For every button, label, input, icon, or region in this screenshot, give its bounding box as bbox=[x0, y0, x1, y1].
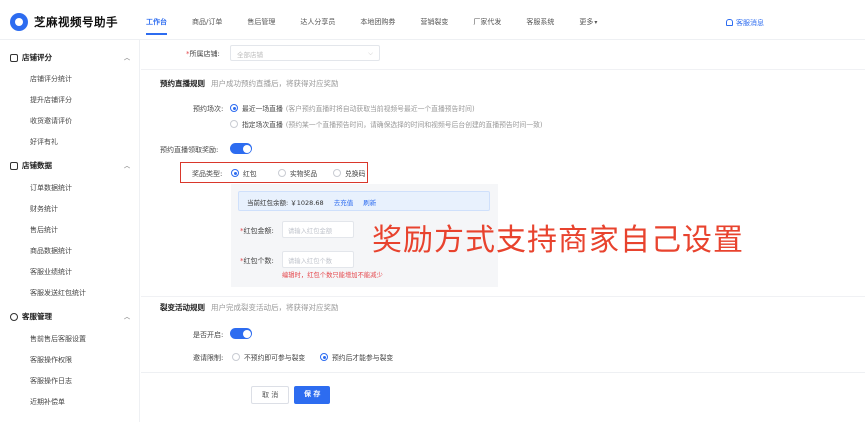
radio-checked-icon bbox=[230, 104, 238, 112]
nav-item-more[interactable]: 更多 bbox=[579, 17, 597, 35]
store-label: *所属店铺: bbox=[186, 50, 220, 58]
radio-specified-live[interactable]: 指定场次直播 (预约某一个直播预告时间，请确保选择的时间和视频号后台创建的直播预… bbox=[230, 119, 543, 129]
amount-input[interactable]: 请输入红包金额 bbox=[282, 221, 354, 238]
radio-label: 最近一场直播 bbox=[242, 105, 283, 113]
sidebar-group-shop-data[interactable]: 店铺数据 ︿ bbox=[10, 160, 130, 171]
top-nav: 工作台 商品/订单 售后管理 达人分享员 本地团购券 营销裂变 厂家代发 客服系… bbox=[146, 17, 622, 35]
radio-label: 实物奖品 bbox=[290, 170, 318, 178]
radio-latest-live[interactable]: 最近一场直播 (客户预约直播时将自动获取当前视频号最近一个直播预告时间) bbox=[230, 103, 475, 113]
sidebar-item-cs-redpacket-stats[interactable]: 客服发送红包统计 bbox=[30, 288, 86, 298]
fission-rule-hint: 用户完成裂变活动后，将获得对应奖励 bbox=[211, 303, 339, 312]
sidebar-item-invite-review[interactable]: 收货邀请评价 bbox=[30, 116, 72, 126]
radio-note: (预约某一个直播预告时间，请确保选择的时间和视频号后台创建的直播预告时间一致) bbox=[285, 121, 543, 129]
fission-rule-section-title: 裂变活动规则 用户完成裂变活动后，将获得对应奖励 bbox=[160, 303, 339, 312]
bell-icon bbox=[726, 19, 733, 26]
chevron-down-icon: ⌵ bbox=[368, 49, 373, 57]
refresh-link[interactable]: 刷新 bbox=[363, 199, 376, 207]
sidebar-item-cs-permissions[interactable]: 客服操作权限 bbox=[30, 355, 72, 365]
sidebar-group-shop-score[interactable]: 店铺评分 ︿ bbox=[10, 52, 130, 63]
reward-toggle-label: 预约直播领取奖励: bbox=[160, 146, 219, 154]
live-session-label: 预约场次: bbox=[193, 105, 224, 113]
nav-item-dropship[interactable]: 厂家代发 bbox=[473, 17, 501, 35]
store-select-value: 全部店铺 bbox=[237, 51, 263, 59]
amount-label: *红包金额: bbox=[240, 227, 274, 235]
customer-message-label: 客服消息 bbox=[736, 19, 764, 27]
radio-unchecked-icon bbox=[278, 169, 286, 177]
radio-unchecked-icon bbox=[333, 169, 341, 177]
radio-unchecked-icon bbox=[232, 353, 240, 361]
sidebar: 店铺评分 ︿ 店铺评分统计 提升店铺评分 收货邀请评价 好评有礼 店铺数据 ︿ … bbox=[0, 40, 140, 422]
divider bbox=[141, 69, 865, 70]
radio-checked-icon bbox=[231, 169, 239, 177]
radio-label: 不预约即可参与裂变 bbox=[244, 354, 306, 362]
invite-limit-label: 邀请限制: bbox=[193, 354, 224, 362]
radio-label: 兑换码 bbox=[345, 170, 366, 178]
top-header: 芝麻视频号助手 工作台 商品/订单 售后管理 达人分享员 本地团购券 营销裂变 … bbox=[0, 0, 865, 40]
form-footer: 取 消 保 存 bbox=[141, 372, 865, 422]
logo-icon bbox=[10, 13, 28, 31]
chart-icon bbox=[10, 161, 18, 170]
annotation-overlay-text: 奖励方式支持商家自己设置 bbox=[372, 223, 744, 258]
sidebar-item-order-stats[interactable]: 订单数据统计 bbox=[30, 183, 72, 193]
count-warning: 编辑时，红包个数只能增加不能减少 bbox=[282, 272, 383, 279]
fission-toggle-switch[interactable] bbox=[230, 328, 252, 339]
cancel-button[interactable]: 取 消 bbox=[251, 386, 290, 404]
sidebar-item-cs-performance[interactable]: 客服业绩统计 bbox=[30, 267, 72, 277]
nav-item-sharers[interactable]: 达人分享员 bbox=[300, 17, 335, 35]
sidebar-item-improve-score[interactable]: 提升店铺评分 bbox=[30, 95, 72, 105]
radio-redeem-code[interactable]: 兑换码 bbox=[333, 168, 365, 178]
nav-item-workbench[interactable]: 工作台 bbox=[146, 17, 167, 35]
sidebar-item-shop-score-stats[interactable]: 店铺评分统计 bbox=[30, 74, 72, 84]
balance-text: 当前红包余额: ￥1028.68 bbox=[247, 199, 324, 207]
sidebar-group-cs-management[interactable]: 客服管理 ︿ bbox=[10, 311, 130, 322]
nav-item-after-sales[interactable]: 售后管理 bbox=[247, 17, 275, 35]
sidebar-item-cs-logs[interactable]: 客服操作日志 bbox=[30, 376, 72, 386]
nav-item-marketing[interactable]: 营销裂变 bbox=[420, 17, 448, 35]
radio-checked-icon bbox=[320, 353, 328, 361]
radio-redpacket[interactable]: 红包 bbox=[231, 168, 257, 178]
radio-unchecked-icon bbox=[230, 120, 238, 128]
radio-label: 指定场次直播 bbox=[242, 121, 283, 129]
sidebar-item-cs-settings[interactable]: 售前售后客服设置 bbox=[30, 334, 86, 344]
balance-bar: 当前红包余额: ￥1028.68 去充值 刷新 bbox=[238, 191, 490, 211]
customer-message-link[interactable]: 客服消息 bbox=[726, 18, 764, 28]
shop-icon bbox=[10, 53, 18, 62]
count-input[interactable]: 请输入红包个数 bbox=[282, 251, 354, 268]
radio-physical-prize[interactable]: 实物奖品 bbox=[278, 168, 317, 178]
radio-no-reservation[interactable]: 不预约即可参与裂变 bbox=[232, 352, 305, 362]
sidebar-group-title: 客服管理 bbox=[22, 312, 52, 321]
save-button[interactable]: 保 存 bbox=[294, 386, 331, 404]
nav-item-goods-orders[interactable]: 商品/订单 bbox=[192, 17, 222, 35]
sidebar-group-title: 店铺数据 bbox=[22, 161, 52, 170]
nav-item-local-coupons[interactable]: 本地团购券 bbox=[360, 17, 395, 35]
chevron-up-icon: ︿ bbox=[123, 314, 130, 321]
radio-note: (客户预约直播时将自动获取当前视频号最近一个直播预告时间) bbox=[285, 105, 475, 113]
sidebar-group-title: 店铺评分 bbox=[22, 53, 52, 62]
sidebar-item-compensation[interactable]: 近期补偿单 bbox=[30, 397, 65, 407]
count-label: *红包个数: bbox=[240, 257, 274, 265]
reward-type-label: 奖品类型: bbox=[192, 170, 223, 178]
live-rule-hint: 用户成功预约直播后，将获得对应奖励 bbox=[211, 79, 339, 88]
headset-icon bbox=[10, 312, 18, 321]
reward-toggle-switch[interactable] bbox=[230, 143, 252, 154]
sidebar-item-review-gift[interactable]: 好评有礼 bbox=[30, 137, 58, 147]
divider bbox=[141, 296, 865, 297]
radio-label: 红包 bbox=[243, 170, 257, 178]
sidebar-item-finance-stats[interactable]: 财务统计 bbox=[30, 204, 58, 214]
recharge-link[interactable]: 去充值 bbox=[334, 199, 354, 207]
app-title: 芝麻视频号助手 bbox=[34, 15, 118, 29]
chevron-up-icon: ︿ bbox=[123, 55, 130, 62]
chevron-up-icon: ︿ bbox=[123, 163, 130, 170]
radio-after-reservation[interactable]: 预约后才能参与裂变 bbox=[320, 352, 393, 362]
live-rule-section-title: 预约直播规则 用户成功预约直播后，将获得对应奖励 bbox=[160, 79, 339, 88]
nav-item-customer-service[interactable]: 客服系统 bbox=[526, 17, 554, 35]
store-select[interactable]: 全部店铺 ⌵ bbox=[230, 45, 380, 61]
app-logo[interactable]: 芝麻视频号助手 bbox=[10, 13, 118, 31]
radio-label: 预约后才能参与裂变 bbox=[332, 354, 394, 362]
fission-toggle-label: 是否开启: bbox=[193, 331, 224, 339]
sidebar-item-goods-stats[interactable]: 商品数据统计 bbox=[30, 246, 72, 256]
sidebar-item-after-sales-stats[interactable]: 售后统计 bbox=[30, 225, 58, 235]
